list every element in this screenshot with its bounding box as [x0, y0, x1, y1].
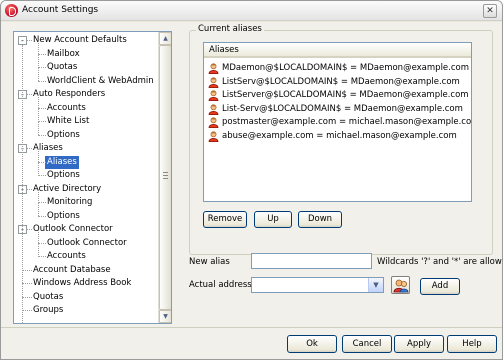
alias-row-text: ListServer@$LOCALDOMAIN$ = MDaemon@examp…: [222, 90, 469, 100]
tree-connector: [38, 175, 46, 176]
tree-connector: [38, 53, 46, 55]
tree-node-label: WorldClient & WebAdmin: [47, 75, 154, 86]
alias-row-text: List-Serv@$LOCALDOMAIN$ = MDaemon@exampl…: [222, 103, 463, 114]
user-icon: [208, 103, 219, 115]
tree-node-label: Options: [47, 170, 80, 180]
tree-node-label: Aliases: [45, 155, 79, 169]
tree-connector: [38, 80, 46, 82]
tree-connector: [38, 229, 39, 243]
alias-row-text: abuse@example.com = michael.mason@exampl…: [222, 130, 457, 141]
tree-node-label: Options: [47, 210, 80, 221]
dialog-body: New Account Defaults - Mailbox Quotas WorldC…: [1, 22, 502, 359]
tree-connector: [38, 256, 46, 257]
down-button[interactable]: Down: [298, 211, 342, 228]
current-aliases-title: Current aliases: [196, 24, 264, 34]
tree-node-label: White List: [47, 116, 90, 126]
tree-node-label: Options: [47, 129, 80, 140]
tree-connector: [38, 94, 39, 108]
scroll-down-button[interactable]: ▼: [159, 310, 171, 323]
account-settings-window: Account Settings ✕ New Account Defaults -…: [0, 0, 503, 360]
up-button[interactable]: Up: [254, 211, 292, 228]
new-alias-input[interactable]: [251, 253, 372, 269]
settings-tree[interactable]: New Account Defaults - Mailbox Quotas WorldC…: [13, 31, 172, 324]
user-icon: [208, 76, 219, 88]
tree-node-label: Quotas: [33, 291, 64, 302]
window-title: Account Settings: [22, 5, 99, 15]
tree-node-label: New Account Defaults: [33, 35, 127, 45]
aliases-list[interactable]: Aliases MDaemon@$LOCALDOMAIN$ = MDaemon@…: [203, 42, 472, 202]
user-icon: [208, 130, 219, 142]
tree-connector: [38, 202, 39, 216]
tree-node-label: Auto Responders: [33, 89, 106, 99]
tree-connector: [22, 310, 32, 311]
tree-node-label: Active Directory: [33, 183, 102, 194]
scroll-thumb[interactable]: [159, 45, 171, 310]
tree-connector: [38, 107, 46, 109]
help-button[interactable]: Help: [447, 335, 497, 353]
aliases-header-label: Aliases: [209, 45, 239, 55]
tree-node-label: Quotas: [47, 62, 78, 72]
tree-connector: [38, 121, 39, 135]
tree-connector: [38, 67, 39, 81]
address-book-button[interactable]: [391, 276, 410, 294]
tree-connector: [38, 54, 39, 68]
actual-address-combobox[interactable]: ▼: [251, 277, 384, 293]
grip-icon: [163, 172, 168, 179]
tree-node-label: Groups: [33, 305, 64, 315]
tree-connector: [38, 121, 46, 122]
actual-address-label: Actual address: [189, 280, 252, 290]
tree-connector: [38, 189, 39, 203]
collapse-icon[interactable]: -: [18, 36, 27, 45]
tree-connector: [38, 67, 46, 68]
alias-row-text: postmaster@example.com = michael.mason@e…: [222, 117, 472, 127]
tree-node-label: Account Database: [33, 264, 111, 275]
tree-connector: [22, 283, 32, 284]
tree-scrollbar[interactable]: ▲ ▼: [158, 32, 171, 323]
user-icon: [208, 63, 219, 74]
title-bar[interactable]: Account Settings ✕: [1, 1, 502, 21]
tree-connector: [38, 40, 39, 54]
cancel-button[interactable]: Cancel: [342, 335, 392, 353]
mdaemon-app-icon: [5, 4, 18, 17]
tree-items: New Account Defaults - Mailbox Quotas WorldC…: [14, 32, 158, 323]
aliases-column-header[interactable]: Aliases: [204, 43, 471, 58]
wildcard-hint: Wildcards '?' and '*' are allowed.: [377, 257, 503, 267]
user-icon: [208, 117, 219, 128]
tree-connector: [38, 134, 46, 136]
tree-connector: [38, 162, 39, 176]
tree-node-label: Monitoring: [47, 197, 93, 207]
ok-button[interactable]: Ok: [287, 335, 337, 353]
tree-connector: [38, 108, 39, 122]
add-button[interactable]: Add: [420, 278, 460, 295]
new-alias-label: New alias: [189, 257, 230, 267]
tree-connector: [38, 215, 46, 217]
tree-node-label: Outlook Connector: [33, 224, 113, 234]
apply-button[interactable]: Apply: [394, 335, 444, 353]
scroll-up-button[interactable]: ▲: [159, 32, 171, 45]
tree-connector: [22, 45, 23, 323]
alias-row-text: ListServ@$LOCALDOMAIN$ = MDaemon@example…: [222, 76, 460, 87]
footer-divider: [1, 327, 502, 328]
tree-connector: [22, 296, 32, 298]
tree-connector: [38, 243, 39, 257]
remove-button[interactable]: Remove: [203, 211, 247, 228]
close-button[interactable]: ✕: [483, 4, 497, 18]
tree-connector: [38, 242, 46, 244]
chevron-down-icon[interactable]: ▼: [368, 278, 383, 292]
tree-connector: [38, 161, 46, 163]
tree-node-label: Accounts: [47, 251, 86, 261]
tree-node-label: Outlook Connector: [47, 237, 127, 248]
tree-node-label: Windows Address Book: [33, 278, 132, 288]
tree-node-label: Mailbox: [47, 48, 80, 59]
address-book-icon: [393, 279, 409, 293]
tree-node-label: Accounts: [47, 102, 86, 113]
tree-connector: [38, 148, 39, 162]
user-icon: [208, 90, 219, 101]
tree-connector: [22, 269, 32, 271]
tree-connector: [38, 202, 46, 203]
alias-row-text: MDaemon@$LOCALDOMAIN$ = MDaemon@example.…: [222, 63, 470, 73]
